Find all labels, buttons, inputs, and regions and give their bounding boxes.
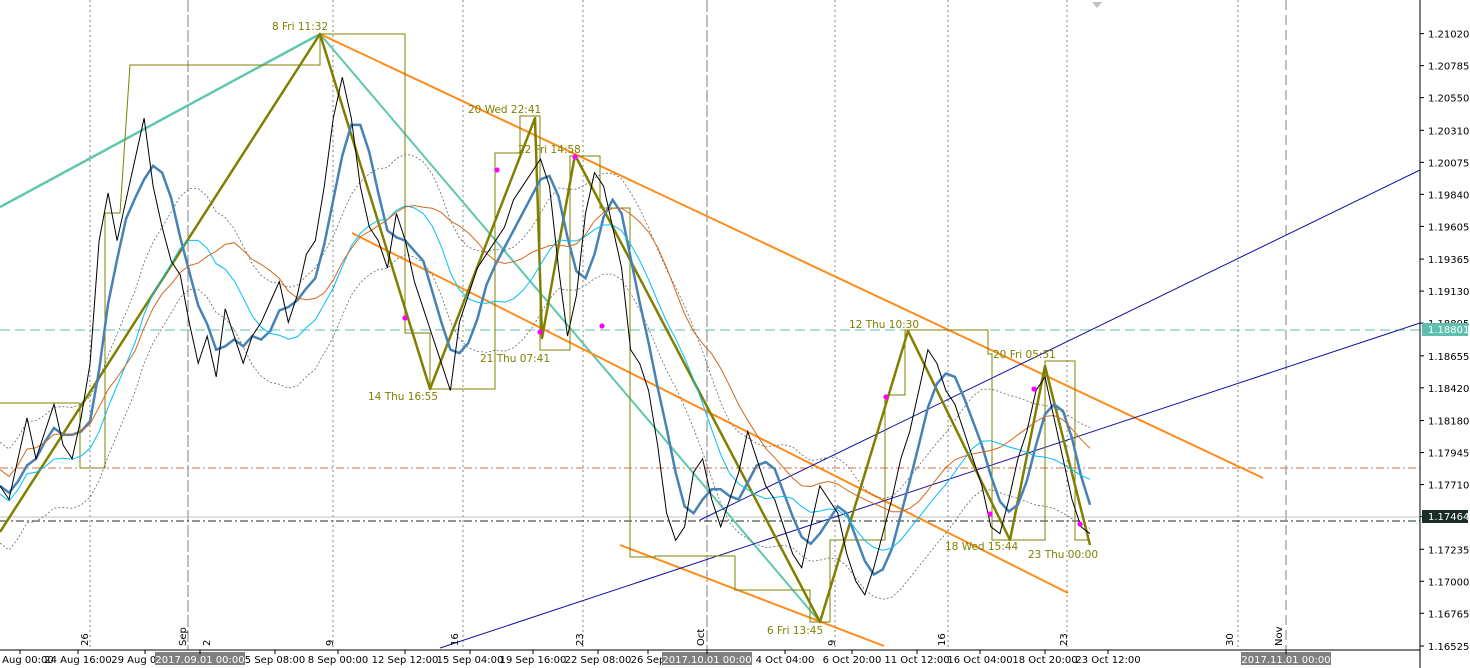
zigzag-annotation: 6 Fri 13:45 (767, 625, 823, 637)
date-mark-label: 16 (450, 633, 461, 646)
x-tick-label: 26 Sep (631, 655, 666, 666)
x-tick-label: 24 Aug 16:00 (44, 655, 111, 666)
y-tick-label: 1.20550 (1428, 94, 1469, 105)
date-mark-label: 23 (575, 633, 586, 646)
zigzag-annotation: 21 Thu 07:41 (480, 353, 550, 365)
y-tick-label: 1.18655 (1428, 352, 1469, 363)
zigzag-annotation: 20 Fri 05:51 (993, 349, 1056, 361)
signal-marker (402, 315, 408, 321)
zigzag-annotation: 12 Thu 10:30 (849, 319, 919, 331)
y-tick-label: 1.20310 (1428, 126, 1469, 137)
date-mark-label: 2 (202, 640, 213, 646)
zigzag-annotation: 23 Thu 00:00 (1028, 549, 1098, 561)
x-tick-label: 6 Oct 20:00 (823, 655, 882, 666)
date-mark-label: Oct (696, 629, 707, 646)
x-tick-label: 5 Sep 08:00 (245, 655, 305, 666)
y-tick-label: 1.18180 (1428, 417, 1469, 428)
date-mark-label: 9 (325, 640, 336, 646)
date-mark-label: 30 (1225, 633, 1236, 646)
y-tick-label: 1.20785 (1428, 62, 1469, 73)
signal-marker (1077, 521, 1083, 527)
date-mark-label: Nov (1274, 626, 1285, 646)
x-tick-label: 23 Oct 12:00 (1075, 655, 1140, 666)
y-tick-label: 1.19365 (1428, 255, 1469, 266)
date-mark-label: 16 (937, 633, 948, 646)
signal-marker (883, 394, 889, 400)
zigzag-annotation: 8 Fri 11:32 (272, 21, 328, 33)
y-tick-label: 1.19605 (1428, 222, 1469, 233)
x-tick-label: 11 Oct 12:00 (884, 655, 949, 666)
date-mark-label: 9 (827, 640, 838, 646)
signal-marker (537, 329, 543, 335)
x-tick-label: 19 Sep 16:00 (500, 655, 567, 666)
x-tick-label: 16 Oct 04:00 (947, 655, 1012, 666)
y-tick-label: 1.19840 (1428, 190, 1469, 201)
y-tick-label: 1.17235 (1428, 545, 1469, 556)
x-tick-label: 18 Oct 20:00 (1012, 655, 1077, 666)
x-tick-label: 12 Sep 12:00 (372, 655, 439, 666)
signal-marker (1031, 386, 1037, 392)
y-tick-label: 1.17710 (1428, 481, 1469, 492)
price-tag-label: 1.18801 (1428, 325, 1469, 336)
y-tick-label: 1.16765 (1428, 609, 1469, 620)
x-tick-label: 2017.11.01 00:00 (1241, 655, 1330, 666)
y-tick-label: 1.18420 (1428, 384, 1469, 395)
date-mark-label: 26 (80, 633, 91, 646)
y-tick-label: 1.17945 (1428, 449, 1469, 460)
x-tick-label: 8 Sep 00:00 (308, 655, 368, 666)
x-tick-label: 4 Oct 04:00 (756, 655, 815, 666)
y-tick-label: 1.21020 (1428, 30, 1469, 41)
price-chart[interactable]: 8 Fri 11:32 14 Thu 16:55 20 Wed 22:41 22 Fr… (0, 0, 1470, 668)
signal-marker (599, 323, 605, 329)
zigzag-annotation: 14 Thu 16:55 (368, 391, 438, 403)
y-tick-label: 1.17000 (1428, 577, 1469, 588)
x-tick-label: 15 Sep 04:00 (437, 655, 504, 666)
y-tick-label: 1.20075 (1428, 158, 1469, 169)
price-tag-label: 1.17464 (1428, 512, 1469, 523)
signal-marker (987, 511, 993, 517)
x-tick-label: 2017.10.01 00:00 (662, 655, 751, 666)
y-tick-label: 1.19130 (1428, 287, 1469, 298)
signal-marker (494, 167, 500, 173)
y-tick-label: 1.16525 (1428, 642, 1469, 653)
zigzag-annotation: 18 Wed 15:44 (945, 541, 1019, 553)
date-mark-label: 23 (1059, 633, 1070, 646)
date-mark-label: Sep (178, 627, 189, 646)
zigzag-annotation: 20 Wed 22:41 (468, 104, 541, 116)
x-tick-label: 22 Sep 08:00 (565, 655, 632, 666)
zigzag-annotation: 22 Fri 14:58 (518, 144, 581, 156)
x-tick-label: 2017.09.01 00:00 (155, 655, 244, 666)
